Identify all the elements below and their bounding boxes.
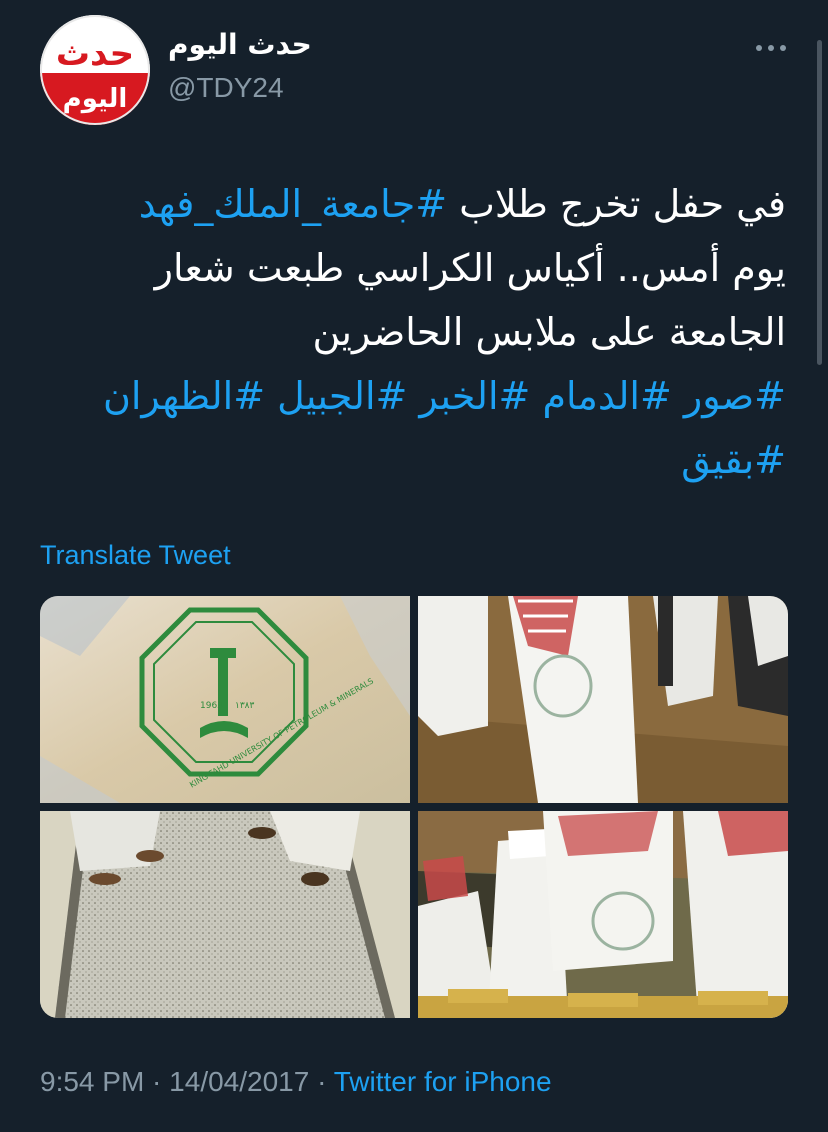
footer-separator: · <box>309 1066 334 1097</box>
photo-4-image <box>418 811 788 1018</box>
dot <box>780 45 786 51</box>
tweet-source-link[interactable]: Twitter for iPhone <box>334 1066 552 1097</box>
tweet-time[interactable]: 9:54 PM <box>40 1066 144 1097</box>
photo-1-year-hijri: ١٣٨٣ <box>235 701 255 711</box>
tweet-line-3: الجامعة على ملابس الحاضرين <box>312 310 787 354</box>
tweet-line-1: في حفل تخرج طلاب #جامعة_الملك_فهد <box>66 172 786 236</box>
translate-tweet-link[interactable]: Translate Tweet <box>40 540 231 571</box>
handle[interactable]: @TDY24 <box>168 72 284 104</box>
hashtag-link[interactable]: #جامعة_الملك_فهد <box>139 182 447 226</box>
hashtag-link[interactable]: #بقيق <box>66 428 786 492</box>
photo-3[interactable] <box>40 811 410 1018</box>
photo-1-year: 1963 <box>200 701 223 711</box>
avatar-logo-bottom: اليوم <box>63 84 128 114</box>
scrollbar[interactable] <box>817 40 822 365</box>
tweet-footer: 9:54 PM · 14/04/2017 · Twitter for iPhon… <box>40 1066 552 1098</box>
photo-3-image <box>40 811 410 1018</box>
tweet-line-2: يوم أمس.. أكياس الكراسي طبعت شعار <box>154 246 786 290</box>
tweet-text-segment: في حفل تخرج طلاب <box>447 182 786 226</box>
tweet-text: في حفل تخرج طلاب #جامعة_الملك_فهد يوم أم… <box>66 172 786 492</box>
avatar-logo: حدث اليوم <box>40 15 150 125</box>
photo-4[interactable] <box>418 811 788 1018</box>
photo-1-image: 1963 ١٣٨٣ KING FAHD UNIVERSITY OF PETROL… <box>40 596 410 803</box>
more-horizontal-icon[interactable] <box>756 38 786 58</box>
media-grid: 1963 ١٣٨٣ KING FAHD UNIVERSITY OF PETROL… <box>40 596 788 1018</box>
hashtag-links[interactable]: #صور #الدمام #الخبر #الجبيل #الظهران <box>66 364 786 428</box>
display-name[interactable]: حدث اليوم <box>168 28 312 61</box>
photo-1[interactable]: 1963 ١٣٨٣ KING FAHD UNIVERSITY OF PETROL… <box>40 596 410 803</box>
photo-2[interactable] <box>418 596 788 803</box>
tweet-date[interactable]: 14/04/2017 <box>169 1066 309 1097</box>
avatar[interactable]: حدث اليوم <box>40 15 150 125</box>
dot <box>768 45 774 51</box>
dot <box>756 45 762 51</box>
photo-2-image <box>418 596 788 803</box>
footer-separator: · <box>144 1066 170 1097</box>
tweet-detail-page: حدث اليوم حدث اليوم @TDY24 في حفل تخرج ط… <box>0 0 828 1132</box>
avatar-logo-top: حدث <box>56 34 134 74</box>
